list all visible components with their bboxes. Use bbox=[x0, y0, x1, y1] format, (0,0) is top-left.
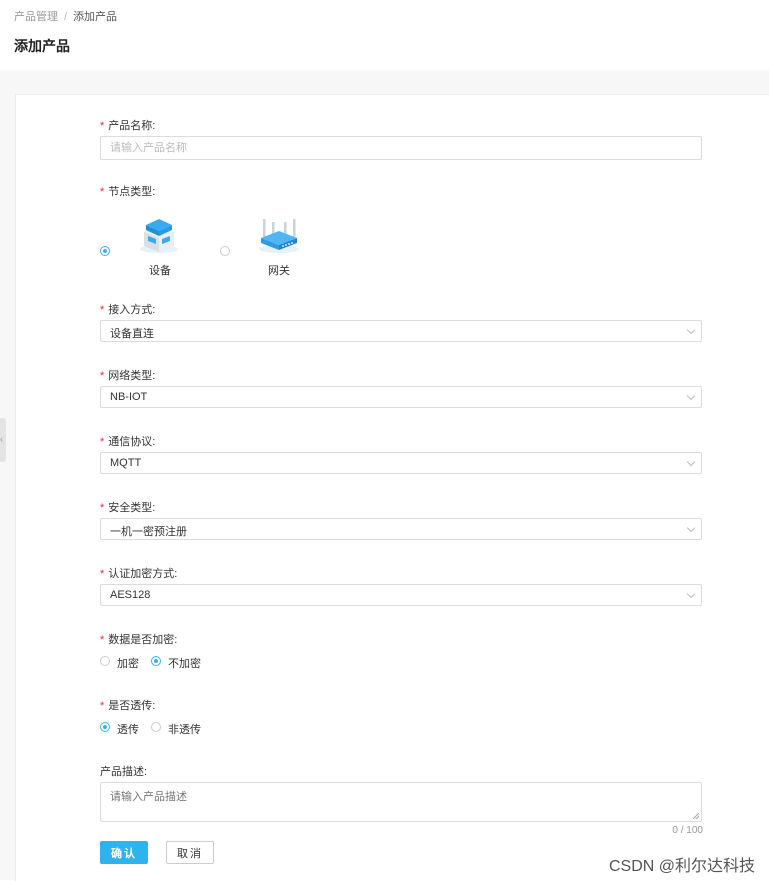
node-type-gateway-radio[interactable] bbox=[220, 246, 230, 256]
required-mark: * bbox=[100, 700, 105, 712]
confirm-button[interactable]: 确认 bbox=[100, 841, 148, 864]
access-method-value: 设备直连 bbox=[110, 328, 154, 340]
chevron-down-icon bbox=[686, 589, 696, 599]
passthrough-yes-label[interactable]: 透传 bbox=[117, 721, 139, 737]
passthrough-no-label[interactable]: 非透传 bbox=[168, 721, 201, 737]
gateway-router-icon[interactable] bbox=[257, 216, 301, 254]
collapse-arrow-icon: ‹ bbox=[0, 434, 3, 444]
breadcrumb-root[interactable]: 产品管理 bbox=[14, 11, 58, 23]
protocol-label: * 通信协议: bbox=[100, 436, 156, 448]
chevron-down-icon bbox=[686, 523, 696, 533]
required-mark: * bbox=[100, 568, 105, 580]
auth-encryption-label: * 认证加密方式: bbox=[100, 568, 178, 580]
auth-encryption-select[interactable]: AES128 bbox=[100, 584, 702, 606]
chevron-down-icon bbox=[686, 457, 696, 467]
node-type-device-radio[interactable] bbox=[100, 246, 110, 256]
passthrough-no-radio[interactable] bbox=[151, 722, 161, 732]
chevron-down-icon bbox=[686, 325, 696, 335]
security-type-value: 一机一密预注册 bbox=[110, 526, 187, 538]
encrypt-no-label[interactable]: 不加密 bbox=[168, 655, 201, 671]
encrypt-no-radio[interactable] bbox=[151, 656, 161, 666]
auth-encryption-value: AES128 bbox=[110, 589, 151, 601]
required-mark: * bbox=[100, 436, 105, 448]
required-mark: * bbox=[100, 634, 105, 646]
passthrough-label: * 是否透传: bbox=[100, 700, 156, 712]
description-field[interactable] bbox=[100, 782, 702, 822]
node-type-gateway-label: 网关 bbox=[268, 265, 290, 277]
product-name-input[interactable] bbox=[101, 137, 701, 159]
required-mark: * bbox=[100, 370, 105, 382]
encrypt-yes-radio[interactable] bbox=[100, 656, 110, 666]
collapse-handle[interactable]: ‹ bbox=[0, 418, 6, 462]
network-type-label: * 网络类型: bbox=[100, 370, 156, 382]
encrypt-yes-label[interactable]: 加密 bbox=[117, 655, 139, 671]
protocol-value: MQTT bbox=[110, 457, 142, 469]
chevron-down-icon bbox=[686, 391, 696, 401]
product-name-field[interactable] bbox=[100, 136, 702, 160]
product-name-label: * 产品名称: bbox=[100, 120, 156, 132]
description-char-counter: 0 / 100 bbox=[672, 825, 703, 836]
security-type-label: * 安全类型: bbox=[100, 502, 156, 514]
data-encrypt-label: * 数据是否加密: bbox=[100, 634, 178, 646]
node-type-label: * 节点类型: bbox=[100, 186, 156, 198]
page-title: 添加产品 bbox=[14, 38, 70, 54]
watermark: CSDN @利尔达科技 bbox=[608, 858, 755, 875]
resize-handle-icon[interactable] bbox=[693, 813, 699, 819]
required-mark: * bbox=[100, 304, 105, 316]
description-label: 产品描述: bbox=[100, 766, 148, 778]
network-type-value: NB-IOT bbox=[110, 391, 148, 403]
protocol-select[interactable]: MQTT bbox=[100, 452, 702, 474]
device-server-icon[interactable] bbox=[138, 216, 180, 254]
breadcrumb: 产品管理 / 添加产品 bbox=[14, 8, 117, 24]
access-method-label: * 接入方式: bbox=[100, 304, 156, 316]
required-mark: * bbox=[100, 120, 105, 132]
required-mark: * bbox=[100, 502, 105, 514]
breadcrumb-current: 添加产品 bbox=[73, 11, 118, 23]
description-textarea[interactable] bbox=[101, 783, 701, 821]
access-method-select[interactable]: 设备直连 bbox=[100, 320, 702, 342]
page-header: 产品管理 / 添加产品 添加产品 bbox=[0, 0, 769, 70]
required-mark: * bbox=[100, 186, 105, 198]
network-type-select[interactable]: NB-IOT bbox=[100, 386, 702, 408]
passthrough-yes-radio[interactable] bbox=[100, 722, 110, 732]
breadcrumb-separator: / bbox=[64, 11, 68, 23]
security-type-select[interactable]: 一机一密预注册 bbox=[100, 518, 702, 540]
cancel-button[interactable]: 取消 bbox=[166, 841, 214, 864]
node-type-device-label: 设备 bbox=[149, 265, 171, 277]
